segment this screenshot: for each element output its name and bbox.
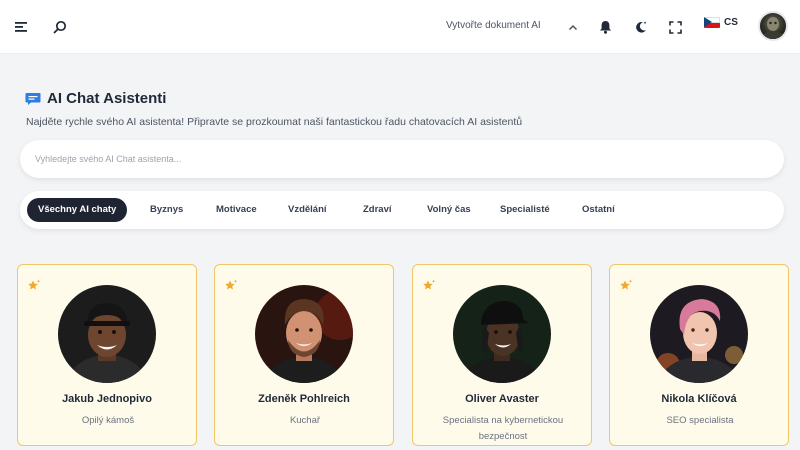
- assistant-name: Jakub Jednopivo: [62, 393, 152, 405]
- assistant-role: Opilý kámoš: [81, 415, 135, 426]
- assistant-card[interactable]: Jakub Jednopivo Opilý kámoš: [17, 264, 197, 446]
- category-motivation[interactable]: Motivace: [216, 198, 257, 222]
- user-avatar[interactable]: [758, 11, 788, 41]
- assistant-portrait: [453, 285, 551, 383]
- page-header: AI Chat Asistenti: [25, 90, 166, 107]
- language-code: CS: [724, 17, 738, 28]
- category-business[interactable]: Byznys: [150, 198, 183, 222]
- assistant-role: Specialista na kybernetickou bezpečnost: [442, 415, 564, 442]
- star-icon: [224, 279, 238, 298]
- search-bar: [20, 140, 784, 178]
- category-all-ai-chats[interactable]: Všechny AI chaty: [27, 198, 128, 222]
- page-subtitle: Najděte rychle svého AI asistenta! Připr…: [26, 116, 523, 128]
- assistant-card[interactable]: Oliver Avaster Specialista na kybernetic…: [412, 264, 592, 446]
- category-health[interactable]: Zdraví: [363, 198, 392, 222]
- category-filter-bar: Všechny AI chaty Byznys Motivace Vzdělán…: [20, 191, 784, 229]
- fullscreen-icon[interactable]: [664, 16, 686, 38]
- category-leisure[interactable]: Volný čas: [427, 198, 471, 222]
- chat-bubble-icon: [25, 92, 41, 106]
- language-selector[interactable]: CS: [704, 17, 738, 28]
- dark-mode-icon[interactable]: [630, 16, 652, 38]
- category-specialists[interactable]: Specialisté: [500, 198, 550, 222]
- category-education[interactable]: Vzdělání: [288, 198, 327, 222]
- star-icon: [422, 279, 436, 298]
- assistant-portrait: [650, 285, 748, 383]
- assistant-portrait: [58, 285, 156, 383]
- assistant-name: Oliver Avaster: [465, 393, 539, 405]
- chevron-up-icon[interactable]: [562, 16, 584, 38]
- page-title: AI Chat Asistenti: [47, 90, 167, 107]
- star-icon: [27, 279, 41, 298]
- assistant-card[interactable]: Nikola Klíčová SEO specialista: [609, 264, 789, 446]
- assistant-role: SEO specialista: [666, 415, 734, 426]
- category-other[interactable]: Ostatní: [582, 198, 615, 222]
- assistant-portrait: [255, 285, 353, 383]
- assistant-search-input[interactable]: [20, 140, 784, 178]
- assistant-role: Kuchař: [289, 415, 321, 426]
- search-icon[interactable]: [49, 16, 71, 38]
- assistant-name: Zdeněk Pohlreich: [258, 393, 350, 405]
- top-bar: Vytvořte dokument AI CS: [0, 0, 800, 54]
- bell-icon[interactable]: [594, 16, 616, 38]
- star-icon: [619, 279, 633, 298]
- assistant-name: Nikola Klíčová: [661, 393, 737, 405]
- create-ai-document-link[interactable]: Vytvořte dokument AI: [446, 20, 541, 31]
- menu-icon[interactable]: [11, 16, 33, 38]
- czech-flag-icon: [704, 17, 720, 28]
- assistant-card[interactable]: Zdeněk Pohlreich Kuchař: [214, 264, 394, 446]
